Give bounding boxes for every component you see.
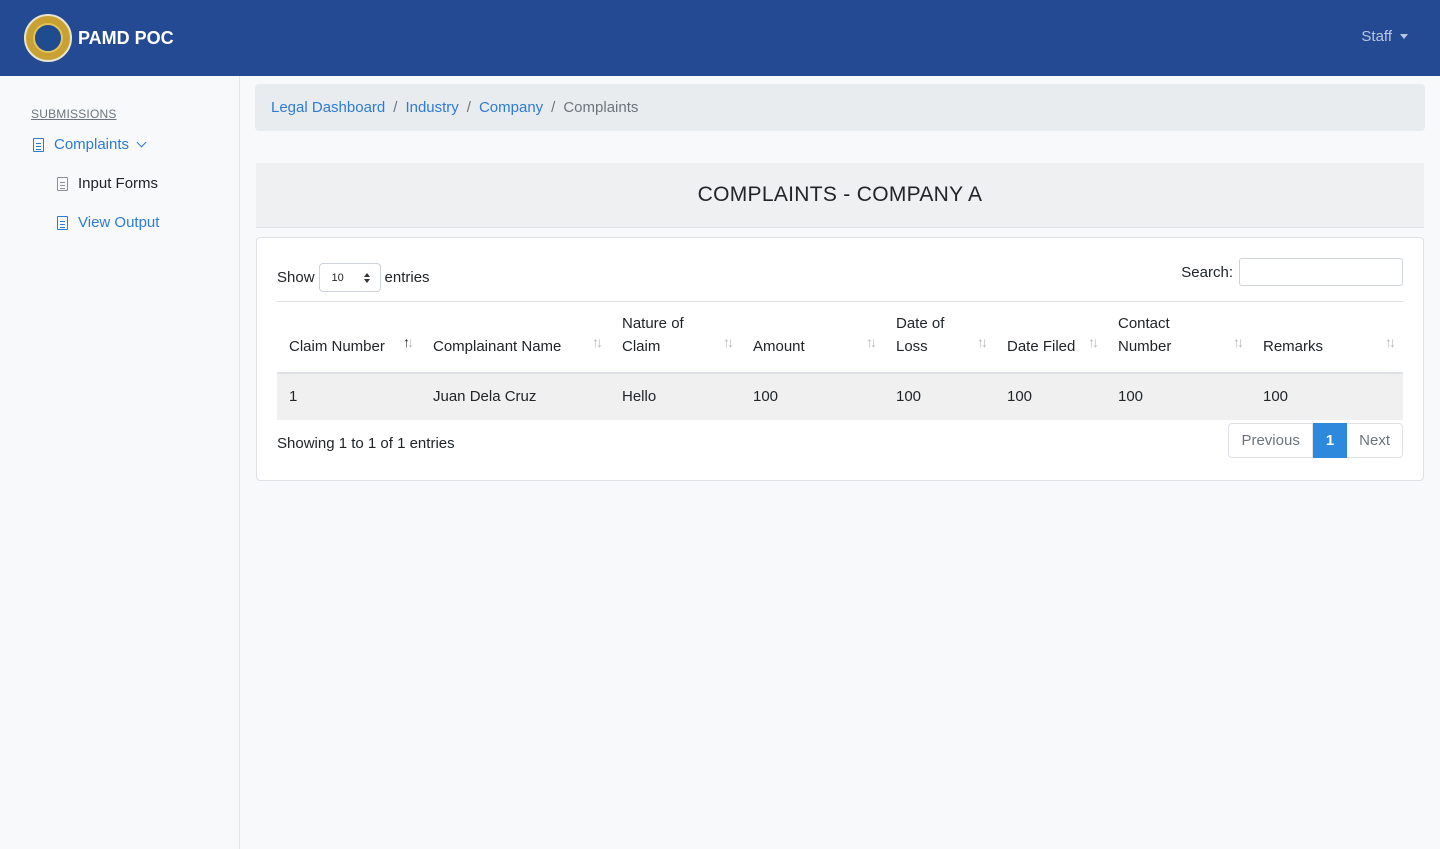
- breadcrumb-legal-dashboard[interactable]: Legal Dashboard: [271, 99, 385, 116]
- cell-complainant-name: Juan Dela Cruz: [421, 372, 610, 420]
- cell-amount: 100: [741, 372, 884, 420]
- page-title-bar: COMPLAINTS - COMPANY A: [256, 163, 1424, 228]
- page-title: COMPLAINTS - COMPANY A: [697, 183, 983, 206]
- next-page-button[interactable]: Next: [1347, 423, 1403, 458]
- sort-icon: ↑↓: [723, 333, 734, 350]
- caret-down-icon: [1400, 34, 1408, 39]
- breadcrumb: Legal Dashboard / Industry / Company / C…: [255, 84, 1425, 131]
- entries-label: entries: [384, 269, 430, 286]
- column-header-contact-number[interactable]: Contact Number ↑↓: [1106, 301, 1251, 374]
- sort-icon: ↑↓: [1233, 333, 1244, 350]
- select-arrows-icon: [363, 272, 370, 283]
- sidebar-item-label: View Output: [78, 214, 160, 231]
- entries-length-control: Show 10 entries: [277, 263, 430, 292]
- cell-remarks: 100: [1251, 372, 1403, 420]
- cell-claim-number: 1: [277, 372, 421, 420]
- column-header-date-filed[interactable]: Date Filed ↑↓: [995, 301, 1106, 374]
- column-header-date-of-loss[interactable]: Date of Loss ↑↓: [884, 301, 995, 374]
- sidebar-heading: SUBMISSIONS: [31, 107, 117, 121]
- sort-icon: ↑↓: [1088, 333, 1099, 350]
- breadcrumb-company[interactable]: Company: [479, 99, 543, 116]
- cell-date-of-loss: 100: [884, 372, 995, 420]
- entries-select-value: 10: [331, 271, 344, 284]
- entries-select[interactable]: 10: [318, 263, 381, 292]
- sidebar-item-label: Input Forms: [78, 175, 159, 192]
- staff-menu-label: Staff: [1361, 28, 1392, 45]
- table-card: Show 10 entries Search: Claim Number ↑↓ C…: [256, 237, 1424, 481]
- column-header-amount[interactable]: Amount ↑↓: [741, 301, 884, 374]
- sidebar: SUBMISSIONS Complaints Input Forms View …: [0, 76, 240, 849]
- document-icon: [57, 215, 68, 230]
- column-header-claim-number[interactable]: Claim Number ↑↓: [277, 301, 421, 374]
- document-icon: [57, 176, 68, 191]
- staff-menu-toggle[interactable]: Staff: [1361, 28, 1408, 45]
- cell-contact-number: 100: [1106, 372, 1251, 420]
- pagination: Previous 1 Next: [1228, 423, 1403, 458]
- breadcrumb-current: Complaints: [563, 99, 639, 116]
- sidebar-item-complaints[interactable]: Complaints: [33, 136, 147, 153]
- breadcrumb-separator: /: [466, 99, 471, 116]
- sort-asc-icon: ↑↓: [403, 333, 414, 350]
- breadcrumb-separator: /: [393, 99, 398, 116]
- search-control: Search:: [1181, 258, 1403, 286]
- table-header-row: Claim Number ↑↓ Complainant Name ↑↓ Nature…: [277, 301, 1403, 374]
- search-input[interactable]: [1239, 258, 1403, 286]
- column-header-complainant-name[interactable]: Complainant Name ↑↓: [421, 301, 610, 374]
- complaints-table: Claim Number ↑↓ Complainant Name ↑↓ Nature…: [277, 301, 1403, 420]
- sidebar-item-view-output[interactable]: View Output: [57, 214, 159, 231]
- cell-date-filed: 100: [995, 372, 1106, 420]
- table-info: Showing 1 to 1 of 1 entries: [277, 435, 455, 452]
- document-icon: [33, 137, 44, 152]
- search-label: Search:: [1181, 263, 1233, 281]
- logo-icon: [24, 14, 72, 62]
- page-1-button[interactable]: 1: [1312, 423, 1348, 458]
- sort-icon: ↑↓: [592, 333, 603, 350]
- chevron-down-icon: [136, 137, 147, 148]
- sidebar-item-label: Complaints: [54, 136, 130, 153]
- column-header-remarks[interactable]: Remarks ↑↓: [1251, 301, 1403, 374]
- breadcrumb-separator: /: [551, 99, 556, 116]
- sort-icon: ↑↓: [977, 333, 988, 350]
- table-row: 1 Juan Dela Cruz Hello 100 100 100 100 1…: [277, 372, 1403, 420]
- breadcrumb-industry[interactable]: Industry: [405, 99, 458, 116]
- column-header-nature-of-claim[interactable]: Nature of Claim ↑↓: [610, 301, 741, 374]
- previous-page-button[interactable]: Previous: [1228, 423, 1313, 458]
- top-navbar: PAMD POC Staff: [0, 0, 1440, 76]
- brand-name[interactable]: PAMD POC: [78, 28, 174, 49]
- show-label: Show: [277, 269, 315, 286]
- sidebar-item-input-forms[interactable]: Input Forms: [57, 175, 158, 192]
- cell-nature-of-claim: Hello: [610, 372, 741, 420]
- sort-icon: ↑↓: [1385, 333, 1396, 350]
- sort-icon: ↑↓: [866, 333, 877, 350]
